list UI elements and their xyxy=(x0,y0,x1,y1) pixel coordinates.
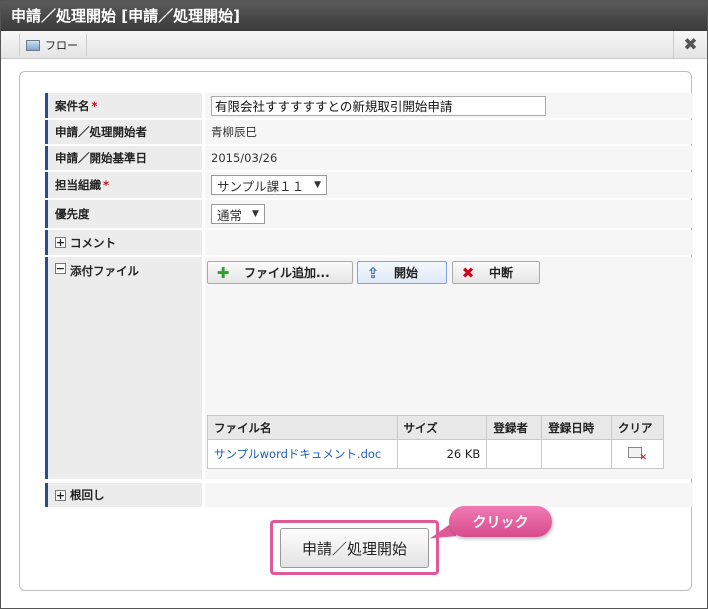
table-row: サンプルwordドキュメント.doc 26 KB xyxy=(207,439,664,469)
applicant-row: 申請／処理開始者 青柳辰巳 xyxy=(45,120,693,144)
comment-label[interactable]: + コメント xyxy=(45,230,202,255)
base-date-row: 申請／開始基準日 2015/03/26 xyxy=(45,146,693,170)
priority-value-cell: 通常 ▼ xyxy=(205,200,693,228)
file-link[interactable]: サンプルwordドキュメント.doc xyxy=(214,447,381,461)
org-label: 担当組織 * xyxy=(45,172,202,198)
applicant-label: 申請／処理開始者 xyxy=(45,120,202,144)
submit-button[interactable]: 申請／処理開始 xyxy=(280,528,429,568)
clear-file-icon[interactable] xyxy=(628,447,647,463)
subject-row: 案件名 * xyxy=(45,93,693,118)
submit-highlight: 申請／処理開始 xyxy=(270,520,439,575)
flow-icon xyxy=(26,39,40,51)
stop-upload-button[interactable]: ✖ 中断 xyxy=(452,261,540,284)
subject-value-cell xyxy=(205,93,693,118)
nemawashi-value-cell xyxy=(205,483,693,507)
expand-icon[interactable]: + xyxy=(55,237,66,248)
column-header-filename: ファイル名 xyxy=(207,415,398,440)
expand-icon[interactable]: + xyxy=(55,489,66,501)
close-icon[interactable]: ✖ xyxy=(673,31,707,59)
subject-input[interactable] xyxy=(211,95,546,116)
file-name-cell: サンプルwordドキュメント.doc xyxy=(207,439,398,469)
comment-value-cell xyxy=(205,230,693,255)
cancel-icon: ✖ xyxy=(461,263,475,282)
priority-select[interactable]: 通常 ▼ xyxy=(211,204,265,224)
click-callout: クリック xyxy=(449,506,552,537)
required-mark: * xyxy=(103,178,110,192)
org-row: 担当組織 * サンプル課１１ ▼ xyxy=(45,172,693,198)
toolbar: フロー ✖ xyxy=(1,31,707,59)
flow-tab-label: フロー xyxy=(45,39,78,52)
org-value-cell: サンプル課１１ ▼ xyxy=(205,172,693,198)
base-date-value: 2015/03/26 xyxy=(205,146,693,170)
file-registered-at-cell xyxy=(541,439,613,469)
column-header-registered-at: 登録日時 xyxy=(541,415,613,440)
required-mark: * xyxy=(91,98,98,113)
file-size-cell: 26 KB xyxy=(396,439,488,469)
attachments-table: ファイル名 サイズ 登録者 登録日時 クリア サンプルwordドキュメント.do… xyxy=(207,415,664,469)
applicant-value: 青柳辰巳 xyxy=(205,120,693,144)
attachments-label[interactable]: − 添付ファイル xyxy=(45,257,202,479)
nemawashi-label[interactable]: + 根回し xyxy=(45,483,202,507)
base-date-label: 申請／開始基準日 xyxy=(45,146,202,170)
org-select[interactable]: サンプル課１１ ▼ xyxy=(211,175,328,195)
priority-label: 優先度 xyxy=(45,200,202,228)
file-registrant-cell xyxy=(486,439,543,469)
nemawashi-row: + 根回し xyxy=(45,483,693,507)
start-upload-button[interactable]: ⇪ 開始 xyxy=(357,261,447,284)
table-header-row: ファイル名 サイズ 登録者 登録日時 クリア xyxy=(207,415,664,440)
dialog-window: 申請／処理開始 [申請／処理開始] フロー ✖ 案件名* 申請／処理開始者 青柳… xyxy=(0,0,708,609)
column-header-registrant: 登録者 xyxy=(486,415,543,440)
flow-tab[interactable]: フロー xyxy=(19,34,87,56)
comment-row: + コメント xyxy=(45,230,693,255)
add-file-button[interactable]: ✚ ファイル追加... xyxy=(207,261,353,284)
collapse-icon[interactable]: − xyxy=(55,263,66,274)
chevron-down-icon: ▼ xyxy=(252,209,259,219)
plus-icon: ✚ xyxy=(216,263,230,282)
chevron-down-icon: ▼ xyxy=(314,180,322,190)
upload-icon: ⇪ xyxy=(366,263,380,282)
column-header-clear: クリア xyxy=(611,415,664,440)
dialog-title: 申請／処理開始 [申請／処理開始] xyxy=(1,1,707,31)
column-header-size: サイズ xyxy=(396,415,488,440)
priority-row: 優先度 通常 ▼ xyxy=(45,200,693,228)
subject-label: 案件名 * xyxy=(45,93,202,118)
clear-cell xyxy=(611,439,664,469)
